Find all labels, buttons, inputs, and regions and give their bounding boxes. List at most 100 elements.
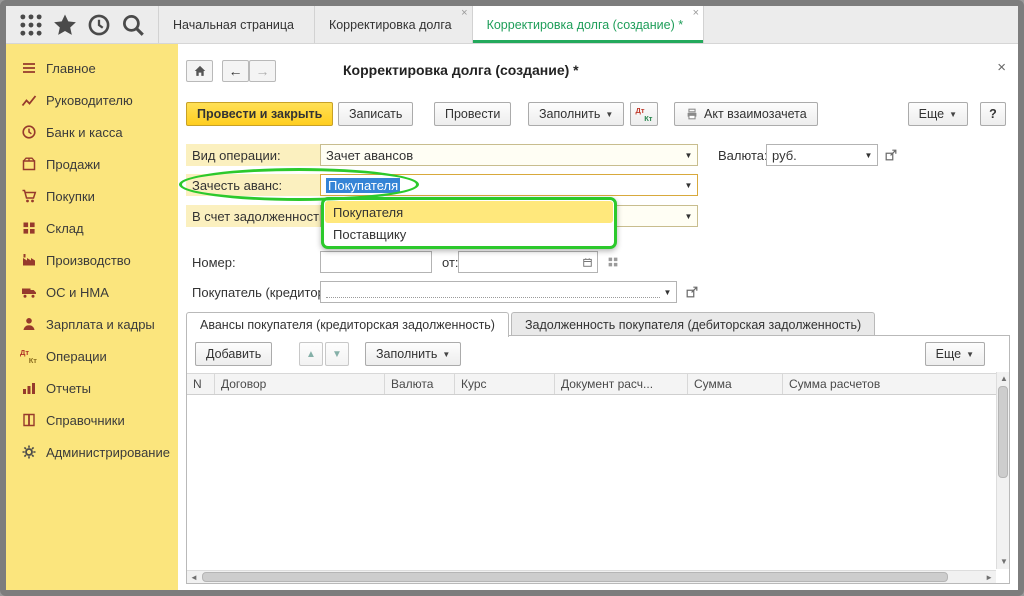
sidebar-item-salary-hr[interactable]: Зарплата и кадры: [6, 308, 178, 340]
add-row-button[interactable]: Добавить: [195, 342, 272, 366]
apps-menu-button[interactable]: [18, 12, 44, 38]
customer-creditor-label: Покупатель (кредитор):: [186, 281, 339, 303]
sidebar-item-sales[interactable]: Продажи: [6, 148, 178, 180]
currency-open-button[interactable]: [882, 144, 899, 166]
help-button[interactable]: ?: [980, 102, 1006, 126]
sidebar-item-warehouse[interactable]: Склад: [6, 212, 178, 244]
selected-text: Покупателя: [326, 178, 400, 193]
calendar-icon[interactable]: [579, 252, 595, 272]
home-button[interactable]: [186, 60, 213, 82]
search-button[interactable]: [120, 12, 146, 38]
tab-close-icon[interactable]: ×: [693, 8, 699, 19]
currency-field[interactable]: руб.▼: [766, 144, 878, 166]
button-label: ?: [989, 107, 997, 121]
advance-offset-label: Зачесть аванс:: [186, 174, 320, 196]
tab-label: Корректировка долга (создание) *: [487, 18, 684, 32]
more-button[interactable]: Еще▼: [908, 102, 968, 126]
arrow-down-icon: ▼: [332, 349, 342, 360]
sidebar-item-label: Главное: [46, 61, 96, 76]
button-label: Добавить: [206, 347, 261, 361]
sidebar-item-label: Производство: [46, 253, 131, 268]
column-header-settlement-doc[interactable]: Документ расч...: [555, 374, 688, 394]
input-options-button[interactable]: [604, 251, 621, 273]
tab-label: Начальная страница: [173, 18, 294, 32]
combo-arrow-icon[interactable]: ▼: [661, 282, 674, 302]
sidebar-item-operations[interactable]: ДтКт Операции: [6, 340, 178, 372]
button-label: Записать: [349, 107, 402, 121]
sidebar-item-label: Покупки: [46, 189, 95, 204]
button-label: Провести: [445, 107, 500, 121]
combo-arrow-icon[interactable]: ▼: [862, 145, 875, 165]
cart-icon: [20, 188, 37, 205]
scroll-left-icon[interactable]: ◄: [190, 574, 198, 582]
column-header-rate[interactable]: Курс: [455, 374, 555, 394]
button-label: Заполнить: [376, 347, 437, 361]
form-close-icon[interactable]: ×: [997, 59, 1006, 76]
offset-act-button[interactable]: Акт взаимозачета: [674, 102, 818, 126]
tab-buyer-advances[interactable]: Авансы покупателя (кредиторская задолжен…: [186, 312, 509, 337]
vertical-scroll-thumb[interactable]: [998, 386, 1008, 478]
forward-button[interactable]: →: [249, 60, 276, 82]
sidebar-item-main[interactable]: Главное: [6, 52, 178, 84]
scroll-up-icon[interactable]: ▲: [1000, 375, 1008, 383]
home-icon: [193, 64, 207, 78]
chevron-down-icon: ▼: [966, 350, 974, 359]
tab-debt-adjustment-new[interactable]: Корректировка долга (создание) * ×: [472, 6, 705, 43]
column-header-amount[interactable]: Сумма: [688, 374, 783, 394]
sidebar-item-bank-cash[interactable]: Банк и касса: [6, 116, 178, 148]
number-label: Номер:: [186, 251, 242, 273]
dropdown-option-supplier[interactable]: Поставщику: [325, 223, 613, 245]
sidebar-item-fixed-assets[interactable]: ОС и НМА: [6, 276, 178, 308]
horizontal-scrollbar[interactable]: ◄ ►: [187, 570, 996, 583]
dropdown-option-buyer[interactable]: Покупателя: [325, 201, 613, 223]
back-button[interactable]: ←: [222, 60, 249, 82]
show-postings-button[interactable]: ДтКт: [630, 102, 658, 126]
sidebar-item-label: Операции: [46, 349, 107, 364]
scroll-right-icon[interactable]: ►: [985, 574, 993, 582]
move-up-button[interactable]: ▲: [299, 342, 323, 366]
detail-tabs: Авансы покупателя (кредиторская задолжен…: [186, 311, 1010, 336]
favorites-button[interactable]: [52, 12, 78, 38]
advance-offset-field[interactable]: Покупателя ▼: [320, 174, 698, 196]
combo-arrow-icon[interactable]: ▼: [682, 175, 695, 195]
sidebar-item-purchases[interactable]: Покупки: [6, 180, 178, 212]
dt-kt-icon: ДтКт: [636, 106, 653, 123]
column-header-settlement-amount[interactable]: Сумма расчетов: [783, 374, 996, 394]
dt-kt-icon: ДтКт: [20, 348, 37, 365]
document-form: ← → Корректировка долга (создание) * × П…: [178, 44, 1018, 590]
combo-arrow-icon[interactable]: ▼: [682, 206, 695, 226]
sidebar-item-production[interactable]: Производство: [6, 244, 178, 276]
horizontal-scroll-thumb[interactable]: [202, 572, 948, 582]
grid-body-empty[interactable]: [187, 396, 996, 569]
chevron-down-icon: ▼: [949, 110, 957, 119]
tab-close-icon[interactable]: ×: [461, 8, 467, 19]
tab-debt-adjustment[interactable]: Корректировка долга×: [314, 6, 472, 43]
sidebar-item-manager[interactable]: Руководителю: [6, 84, 178, 116]
sidebar-item-reports[interactable]: Отчеты: [6, 372, 178, 404]
tab-home[interactable]: Начальная страница: [158, 6, 314, 43]
history-button[interactable]: [86, 12, 112, 38]
sidebar-item-label: Банк и касса: [46, 125, 123, 140]
write-button[interactable]: Записать: [338, 102, 413, 126]
operation-type-field[interactable]: Зачет авансов▼: [320, 144, 698, 166]
column-header-n[interactable]: N: [187, 374, 215, 394]
vertical-scrollbar[interactable]: ▲ ▼: [996, 372, 1009, 569]
move-down-button[interactable]: ▼: [325, 342, 349, 366]
sidebar-item-label: Руководителю: [46, 93, 133, 108]
column-header-currency[interactable]: Валюта: [385, 374, 455, 394]
date-field[interactable]: [458, 251, 598, 273]
customer-open-button[interactable]: [683, 281, 700, 303]
sidebar-item-directories[interactable]: Справочники: [6, 404, 178, 436]
tab-buyer-debt[interactable]: Задолженность покупателя (дебиторская за…: [511, 312, 875, 336]
number-field[interactable]: [320, 251, 432, 273]
combo-arrow-icon[interactable]: ▼: [682, 145, 695, 165]
fill-menu-button[interactable]: Заполнить▼: [528, 102, 624, 126]
customer-creditor-field[interactable]: ▼: [320, 281, 677, 303]
post-button[interactable]: Провести: [434, 102, 511, 126]
scroll-down-icon[interactable]: ▼: [1000, 558, 1008, 566]
grid-fill-menu-button[interactable]: Заполнить▼: [365, 342, 461, 366]
sidebar-item-administration[interactable]: Администрирование: [6, 436, 178, 468]
grid-more-button[interactable]: Еще▼: [925, 342, 985, 366]
column-header-contract[interactable]: Договор: [215, 374, 385, 394]
post-and-close-button[interactable]: Провести и закрыть: [186, 102, 333, 126]
